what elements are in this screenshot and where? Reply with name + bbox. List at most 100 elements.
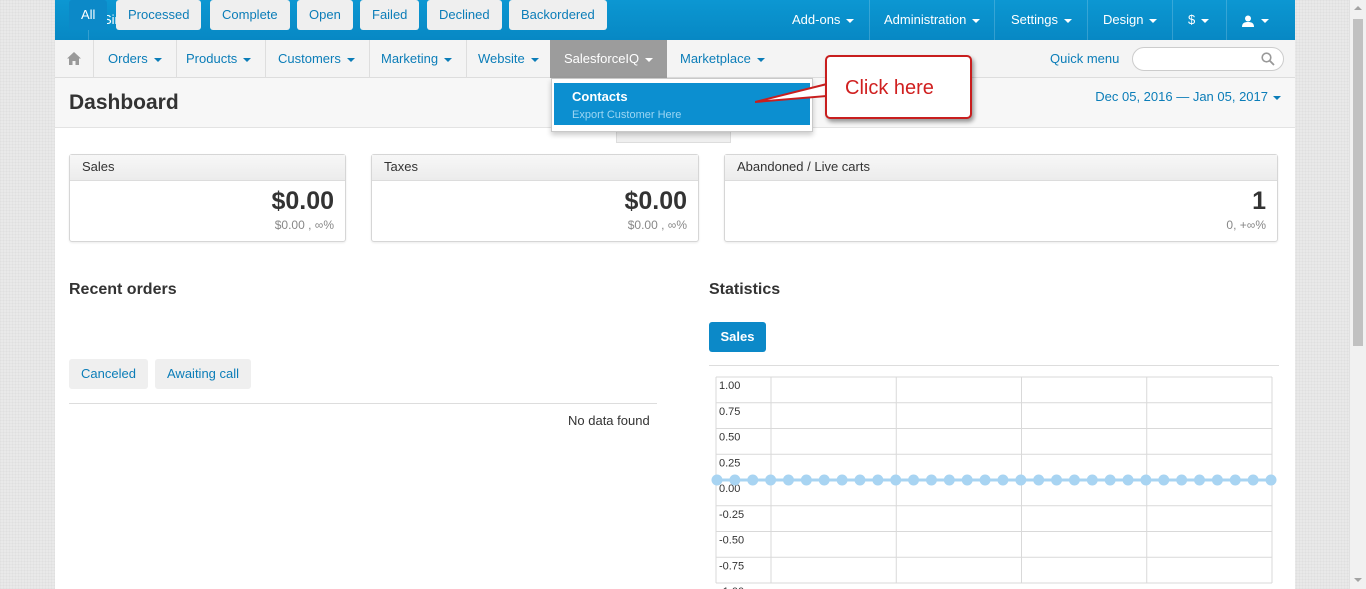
data-point[interactable]	[908, 474, 920, 486]
menu-design[interactable]: Design	[1103, 0, 1158, 40]
data-point[interactable]	[1265, 474, 1277, 486]
nav-marketplace-label: Marketplace	[680, 51, 751, 66]
filter-backordered[interactable]: Backordered	[509, 0, 607, 30]
card-title: Taxes	[372, 155, 698, 181]
nav-website-label: Website	[478, 51, 525, 66]
menu-design-label: Design	[1103, 12, 1144, 27]
home-icon	[67, 52, 81, 65]
quick-menu-link[interactable]: Quick menu	[1050, 40, 1119, 78]
scrollbar[interactable]	[1349, 0, 1366, 589]
data-point[interactable]	[997, 474, 1009, 486]
scroll-up-icon[interactable]	[1354, 6, 1362, 10]
data-point[interactable]	[782, 474, 794, 486]
tab-sales[interactable]: Sales	[709, 322, 766, 352]
filter-failed[interactable]: Failed	[360, 0, 420, 30]
data-point[interactable]	[979, 474, 991, 486]
filter-processed[interactable]: Processed	[116, 0, 202, 30]
nav-salesforceiq[interactable]: SalesforceIQ	[550, 40, 668, 78]
card-title: Abandoned / Live carts	[725, 155, 1277, 181]
empty-state: No data found	[568, 413, 650, 428]
nav-marketplace[interactable]: Marketplace	[666, 40, 779, 78]
chevron-down-icon	[1063, 18, 1072, 23]
data-point[interactable]	[1015, 474, 1027, 486]
card-sub: $0.00 , ∞%	[627, 218, 687, 232]
data-point[interactable]	[1158, 474, 1170, 486]
data-point[interactable]	[1140, 474, 1152, 486]
data-point[interactable]	[1051, 474, 1063, 486]
data-point[interactable]	[729, 474, 741, 486]
callout-text: Click here	[845, 77, 934, 99]
scroll-thumb[interactable]	[1353, 19, 1363, 346]
data-point[interactable]	[1068, 474, 1080, 486]
nav-marketing[interactable]: Marketing	[367, 40, 468, 78]
data-point[interactable]	[1194, 474, 1206, 486]
data-point[interactable]	[1176, 474, 1188, 486]
card-title: Sales	[70, 155, 345, 181]
nav-orders[interactable]: Orders	[94, 40, 177, 78]
data-point[interactable]	[872, 474, 884, 486]
annotation-callout: Click here	[825, 55, 972, 119]
callout-pointer	[755, 82, 828, 103]
y-tick-label: -0.50	[719, 535, 744, 547]
dropdown-item-subtitle: Export Customer Here	[572, 109, 682, 121]
search-icon[interactable]	[1261, 52, 1275, 66]
data-point[interactable]	[1033, 474, 1045, 486]
menu-settings-label: Settings	[1011, 12, 1058, 27]
filter-complete[interactable]: Complete	[210, 0, 290, 30]
chevron-down-icon	[243, 57, 252, 62]
chevron-down-icon	[645, 57, 654, 62]
data-point[interactable]	[1086, 474, 1098, 486]
data-point[interactable]	[925, 474, 937, 486]
user-menu[interactable]	[1242, 0, 1269, 40]
carts-card: Abandoned / Live carts 1 0, +∞%	[724, 154, 1278, 242]
menu-administration[interactable]: Administration	[884, 0, 981, 40]
filter-canceled[interactable]: Canceled	[69, 359, 148, 389]
menu-addons[interactable]: Add-ons	[792, 0, 855, 40]
search-input[interactable]	[1132, 47, 1284, 71]
app-window: Simtech Add-ons Administration Settings …	[55, 0, 1295, 589]
data-point[interactable]	[1229, 474, 1241, 486]
card-sub: $0.00 , ∞%	[274, 218, 334, 232]
currency-label: $	[1188, 12, 1196, 27]
data-point[interactable]	[818, 474, 830, 486]
nav-marketing-label: Marketing	[381, 51, 439, 66]
chevron-down-icon	[972, 18, 981, 23]
filter-awaiting-call[interactable]: Awaiting call	[155, 359, 252, 389]
data-point[interactable]	[765, 474, 777, 486]
data-point[interactable]	[1247, 474, 1259, 486]
date-range-label: Dec 05, 2016 — Jan 05, 2017	[1095, 89, 1268, 104]
menu-addons-label: Add-ons	[792, 12, 841, 27]
data-point[interactable]	[800, 474, 812, 486]
data-point[interactable]	[943, 474, 955, 486]
data-point[interactable]	[1104, 474, 1116, 486]
nav-products[interactable]: Products	[172, 40, 267, 78]
chevron-down-icon	[530, 57, 539, 62]
data-point[interactable]	[711, 474, 723, 486]
filter-declined[interactable]: Declined	[427, 0, 502, 30]
data-point[interactable]	[747, 474, 759, 486]
data-point[interactable]	[854, 474, 866, 486]
scroll-down-icon[interactable]	[1354, 578, 1362, 582]
home-button[interactable]	[55, 40, 94, 78]
menu-settings[interactable]: Settings	[1011, 0, 1072, 40]
nav-website[interactable]: Website	[464, 40, 554, 78]
chevron-down-icon	[1201, 18, 1210, 23]
y-tick-label: -0.75	[719, 560, 744, 572]
filter-all[interactable]: All	[69, 0, 108, 30]
nav-salesforceiq-label: SalesforceIQ	[564, 51, 640, 66]
data-point[interactable]	[890, 474, 902, 486]
data-point[interactable]	[836, 474, 848, 486]
nav-customers[interactable]: Customers	[264, 40, 370, 78]
date-range-picker[interactable]: Dec 05, 2016 — Jan 05, 2017	[1095, 89, 1281, 104]
chevron-down-icon	[1273, 95, 1281, 100]
data-point[interactable]	[1211, 474, 1223, 486]
page-title: Dashboard	[69, 91, 179, 114]
filter-open[interactable]: Open	[297, 0, 353, 30]
data-point[interactable]	[1122, 474, 1134, 486]
divider	[994, 0, 995, 40]
currency-menu[interactable]: $	[1188, 0, 1210, 40]
divider	[1226, 0, 1227, 40]
divider	[1087, 0, 1088, 40]
recent-orders-title: Recent orders	[69, 281, 177, 298]
data-point[interactable]	[961, 474, 973, 486]
